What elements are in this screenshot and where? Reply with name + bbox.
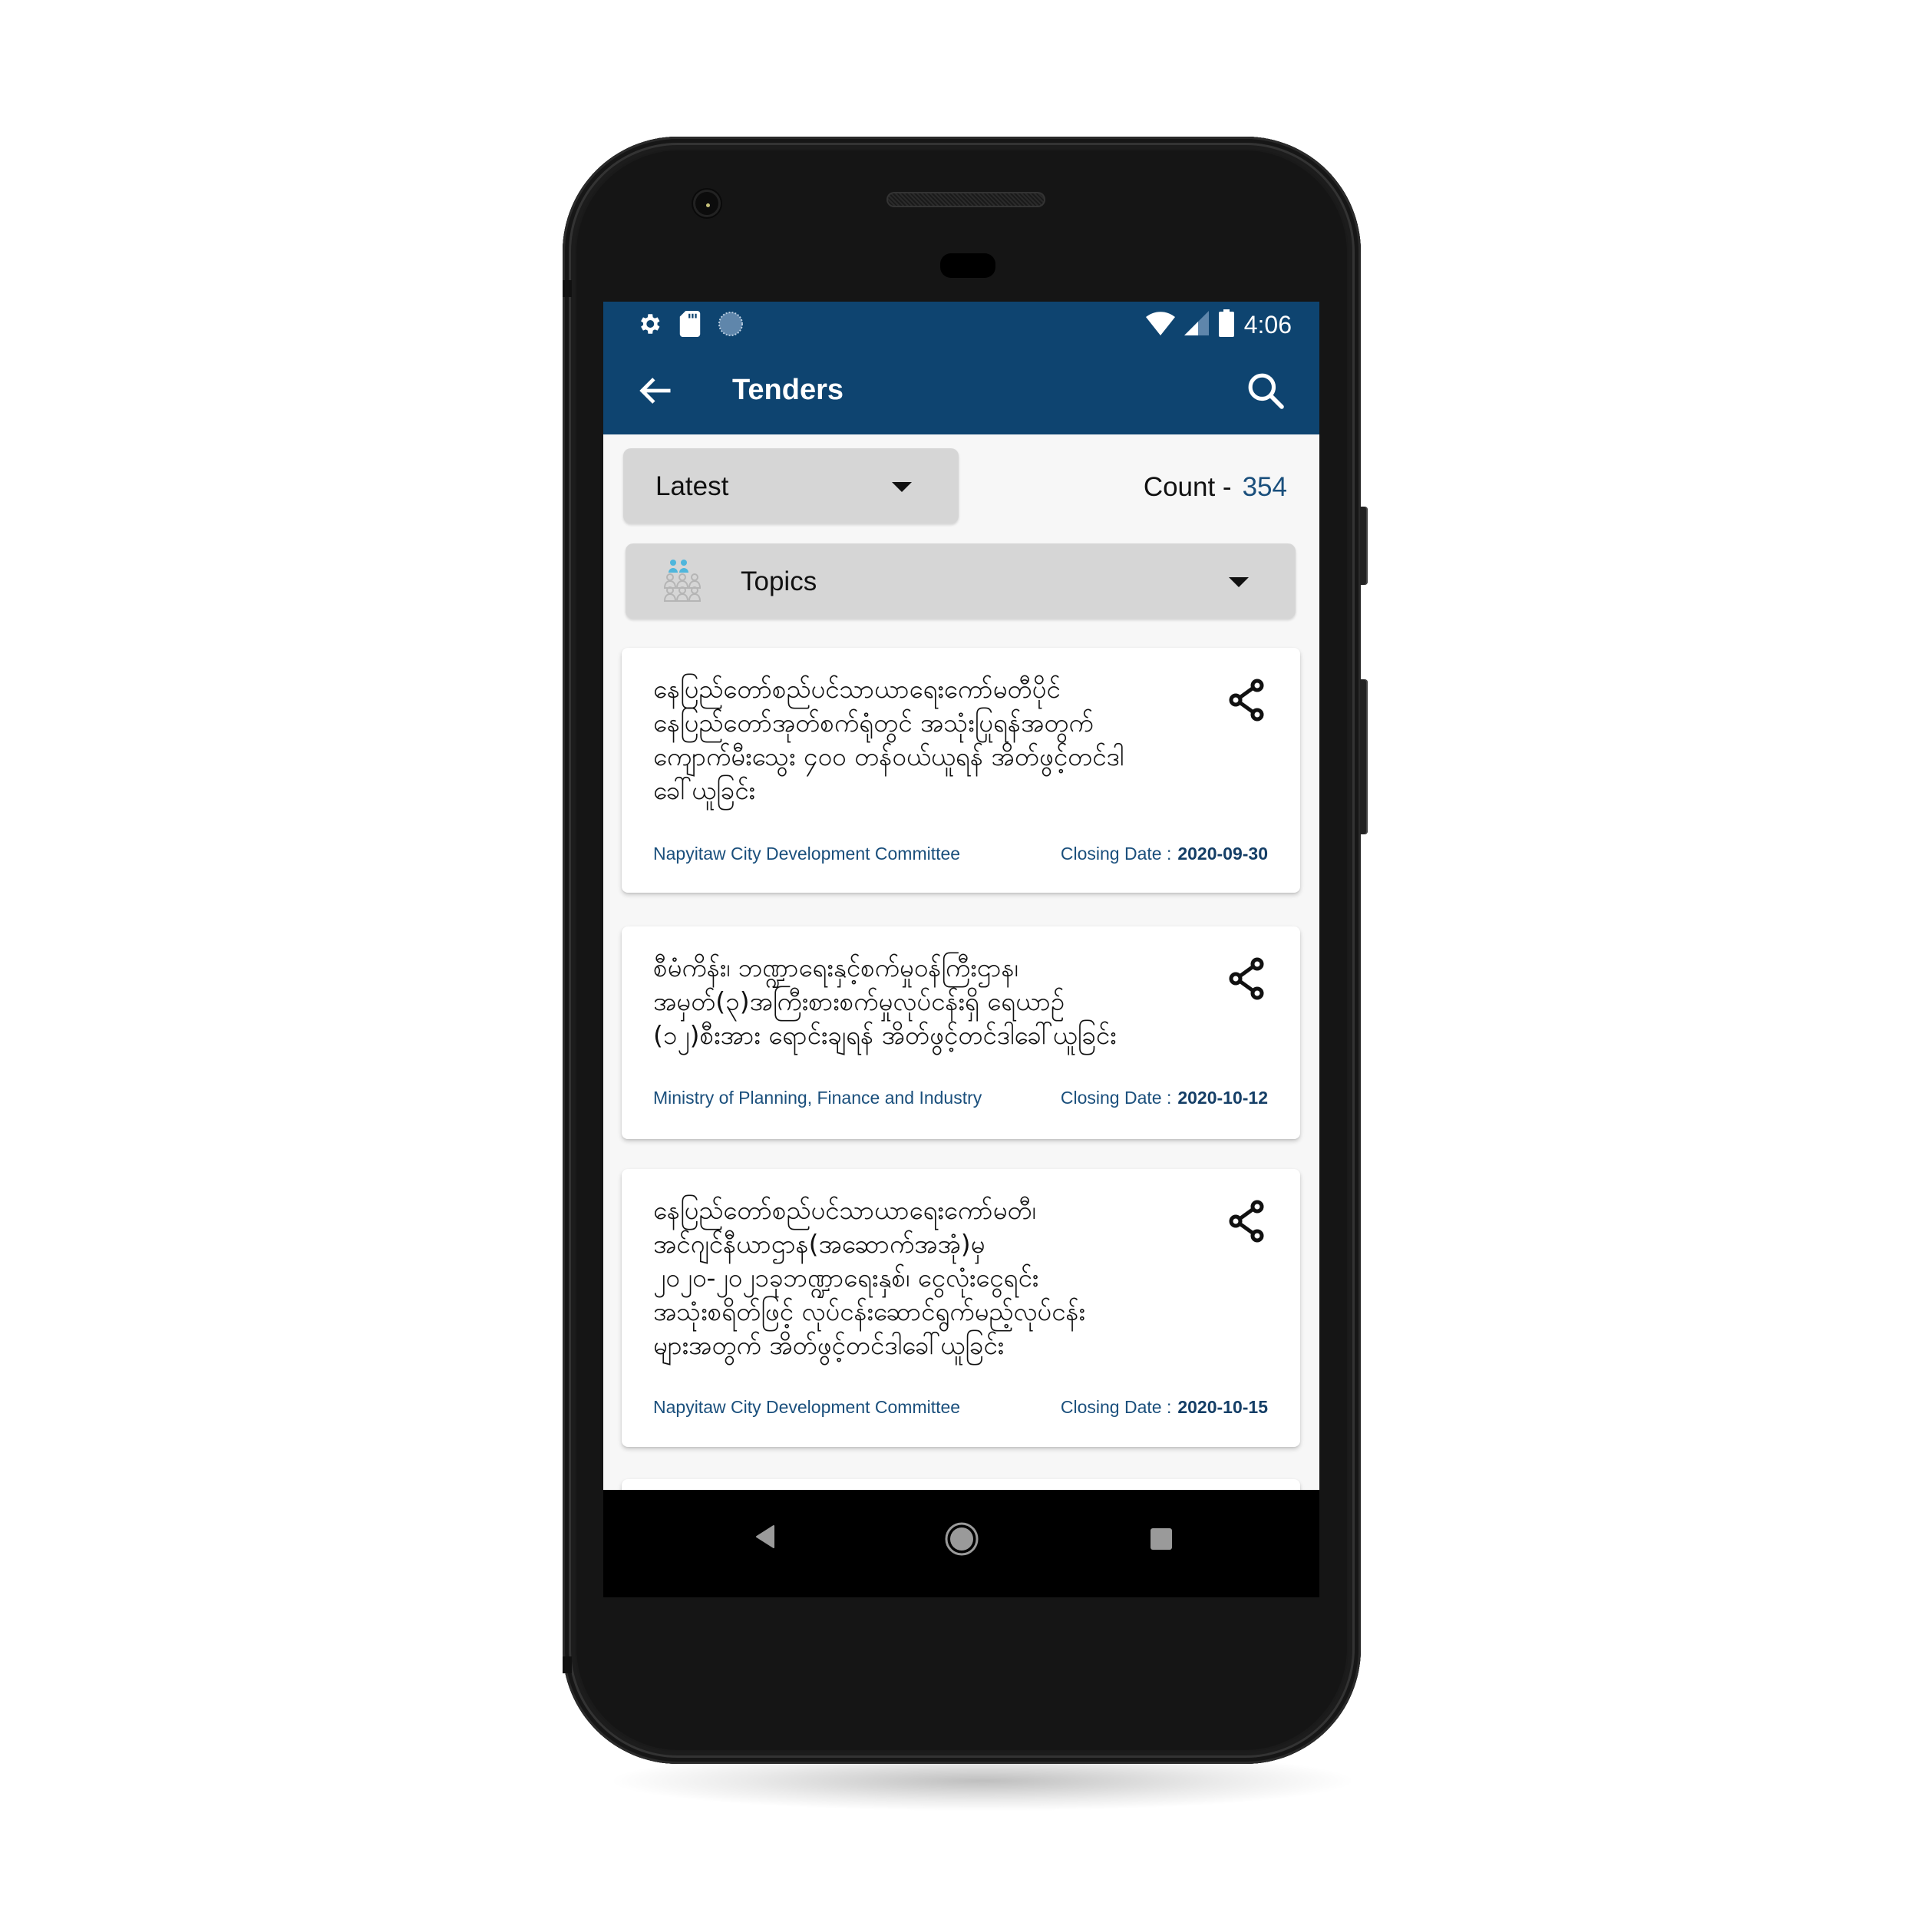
closing-date-value: 2020-09-30 xyxy=(1177,844,1268,864)
topics-selected-value: Topics xyxy=(741,566,817,596)
share-button[interactable] xyxy=(1226,677,1266,723)
share-icon xyxy=(1229,1200,1264,1243)
app-screen: 4:06 Tenders Latest Count - 354 Topics နေ… xyxy=(603,302,1319,1490)
tender-organization: Ministry of Planning, Finance and Indust… xyxy=(653,1088,982,1108)
closing-date-label: Closing Date : xyxy=(1060,844,1172,864)
cell-signal-icon xyxy=(1184,311,1209,339)
page-title: Tenders xyxy=(732,374,844,406)
status-bar: 4:06 xyxy=(603,302,1319,348)
share-button[interactable] xyxy=(1226,956,1266,1002)
status-time: 4:06 xyxy=(1243,311,1292,339)
front-camera xyxy=(695,192,718,215)
tender-title: စီမံကိန်း၊ ဘဏ္ဍာရေးနှင့်စက်မှုဝန်ကြီးဌာန… xyxy=(653,953,1117,1050)
share-icon xyxy=(1229,679,1264,722)
system-navigation-bar xyxy=(603,1490,1319,1597)
earpiece-speaker xyxy=(886,192,1045,207)
volume-button xyxy=(1360,679,1368,834)
tender-title: နေပြည်တော်စည်ပင်သာယာရေးကော်မတီ၊ အင်ဂျင်န… xyxy=(653,1195,1085,1360)
search-button[interactable] xyxy=(1244,369,1287,412)
count-label: Count - xyxy=(1143,472,1232,502)
settings-gear-icon xyxy=(636,311,662,341)
app-bar: Tenders xyxy=(603,348,1319,434)
back-triangle-icon xyxy=(756,1525,774,1548)
tender-card[interactable]: နေပြည်တော်စည်ပင်သာယာရေးကော်မတီပိုင် နေပြ… xyxy=(622,648,1300,893)
wifi-icon xyxy=(1145,311,1175,339)
sync-circle-icon xyxy=(718,311,744,341)
closing-date-label: Closing Date : xyxy=(1060,1088,1172,1108)
share-icon xyxy=(1229,957,1264,1000)
tender-card-partial[interactable] xyxy=(622,1479,1300,1490)
topics-dropdown[interactable]: Topics xyxy=(626,543,1296,619)
battery-icon xyxy=(1218,309,1235,341)
proximity-sensor xyxy=(940,253,995,278)
sort-selected-value: Latest xyxy=(655,471,729,501)
sort-dropdown[interactable]: Latest xyxy=(623,448,959,523)
power-button xyxy=(1360,507,1368,585)
tender-closing-date: Closing Date :2020-09-30 xyxy=(1061,844,1268,864)
nav-home-button[interactable] xyxy=(945,1522,979,1560)
search-icon xyxy=(1248,373,1284,409)
chevron-down-icon xyxy=(1229,577,1249,587)
frame-seam-left-bottom xyxy=(563,1656,572,1673)
tender-organization: Napyitaw City Development Committee xyxy=(653,844,961,864)
share-button[interactable] xyxy=(1226,1198,1266,1244)
tender-title: နေပြည်တော်စည်ပင်သာယာရေးကော်မတီပိုင် နေပြ… xyxy=(653,674,1124,805)
closing-date-value: 2020-10-15 xyxy=(1177,1397,1268,1417)
count-value: 354 xyxy=(1242,472,1287,502)
people-group-icon xyxy=(662,559,702,603)
arrow-left-icon xyxy=(639,378,671,404)
chevron-down-icon xyxy=(892,482,912,492)
tender-closing-date: Closing Date :2020-10-12 xyxy=(1061,1088,1268,1108)
frame-seam-left-top xyxy=(563,280,572,297)
tender-closing-date: Closing Date :2020-10-15 xyxy=(1061,1397,1268,1418)
recents-square-icon xyxy=(1151,1528,1172,1550)
result-count: Count - 354 xyxy=(1144,472,1287,503)
closing-date-label: Closing Date : xyxy=(1060,1397,1172,1417)
closing-date-value: 2020-10-12 xyxy=(1177,1088,1268,1108)
tender-organization: Napyitaw City Development Committee xyxy=(653,1397,961,1417)
nav-back-button[interactable] xyxy=(754,1524,777,1553)
nav-recents-button[interactable] xyxy=(1151,1528,1172,1554)
home-circle-icon xyxy=(945,1522,979,1556)
back-button[interactable] xyxy=(636,371,675,411)
tender-card[interactable]: စီမံကိန်း၊ ဘဏ္ဍာရေးနှင့်စက်မှုဝန်ကြီးဌာန… xyxy=(622,926,1300,1139)
sd-card-icon xyxy=(679,311,701,341)
tender-card[interactable]: နေပြည်တော်စည်ပင်သာယာရေးကော်မတီ၊ အင်ဂျင်န… xyxy=(622,1169,1300,1447)
